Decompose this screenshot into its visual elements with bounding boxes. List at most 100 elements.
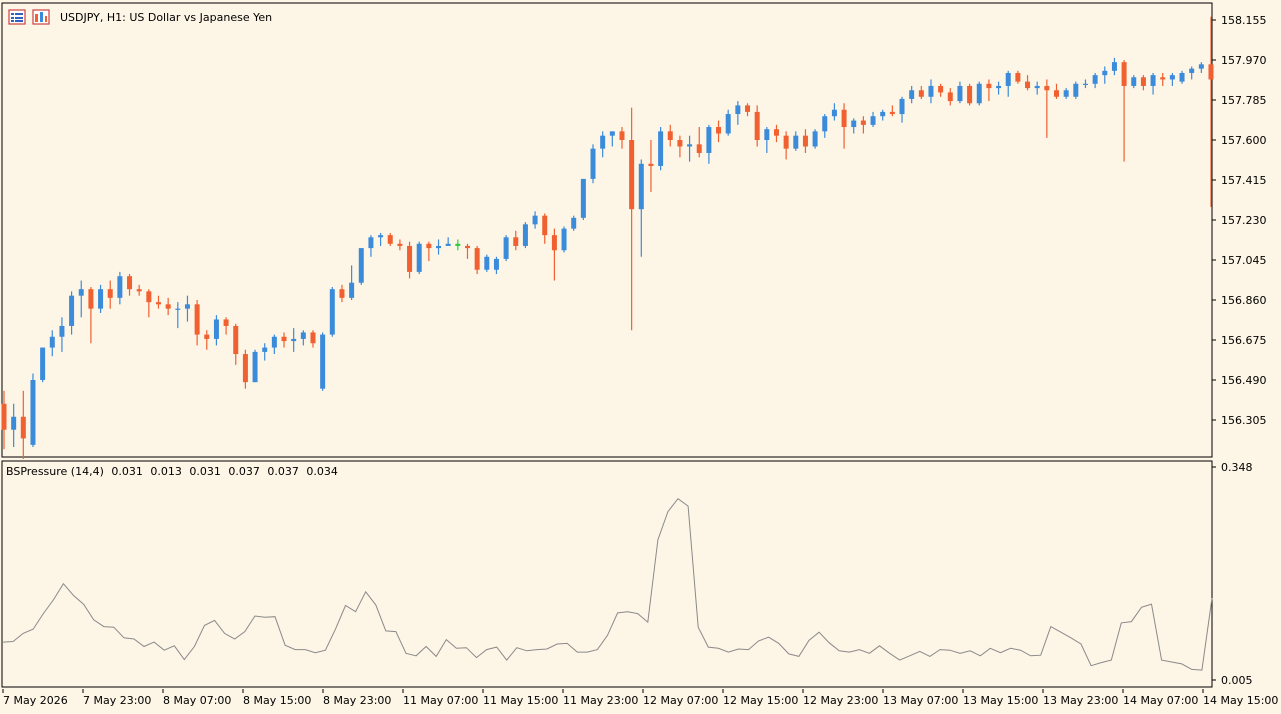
candle-body <box>1121 62 1127 86</box>
candle-body <box>378 235 384 238</box>
candle-body <box>184 304 190 309</box>
candle-body <box>474 248 480 270</box>
candle <box>11 403 17 448</box>
candle-body <box>30 380 36 445</box>
candle <box>532 211 538 229</box>
candle <box>484 254 490 272</box>
bspressure-line <box>2 498 1213 671</box>
candle-body <box>1160 77 1166 80</box>
candle <box>513 230 519 251</box>
candle-body <box>880 111 886 117</box>
candle <box>928 79 934 104</box>
candle-body <box>194 304 200 335</box>
candle <box>938 83 944 97</box>
candle <box>802 129 808 153</box>
candle <box>716 120 722 143</box>
candle-body <box>204 334 210 339</box>
candle-body <box>127 276 133 290</box>
price-chart[interactable]: 158.155 157.970 157.785 157.600 157.415 157.2… <box>0 0 1281 459</box>
price-tick-label: 157.970 <box>1221 54 1267 67</box>
candle-body <box>78 289 84 296</box>
candle <box>78 280 84 318</box>
candle <box>725 109 731 136</box>
candle <box>745 103 751 117</box>
candle-body <box>98 289 104 309</box>
candle <box>1054 83 1060 99</box>
candle-body <box>426 243 432 249</box>
price-chart-panel[interactable]: 158.155 157.970 157.785 157.600 157.415 157.2… <box>0 0 1281 459</box>
candle <box>687 135 693 162</box>
candle-body <box>542 215 548 236</box>
candle-body <box>706 127 712 153</box>
candle-body <box>551 235 557 251</box>
candle-body <box>1 403 7 430</box>
candle-body <box>938 85 944 93</box>
candle <box>764 127 770 153</box>
candle-body <box>793 135 799 149</box>
candle <box>281 332 287 348</box>
candle <box>658 127 664 171</box>
candle-body <box>1131 77 1137 86</box>
candle <box>1208 16 1214 208</box>
candle <box>49 330 55 357</box>
candle-body <box>909 90 915 99</box>
candle <box>445 237 451 246</box>
candle-body <box>407 245 413 272</box>
candle <box>407 241 413 279</box>
candle-body <box>812 131 818 147</box>
chart-list-icon[interactable] <box>8 9 26 25</box>
chart-properties-icon[interactable] <box>32 9 50 25</box>
candle-body <box>735 105 741 115</box>
time-tick-label: 13 May 15:00 <box>963 694 1038 707</box>
candle <box>600 131 606 158</box>
candle <box>812 129 818 149</box>
candle-body <box>899 98 905 115</box>
candle <box>899 96 905 123</box>
bspressure-chart[interactable]: 0.348 0.005 <box>0 459 1281 689</box>
candle <box>146 289 152 318</box>
candle <box>590 144 596 184</box>
candle-body <box>687 144 693 147</box>
candle <box>638 159 644 257</box>
price-frame <box>1 2 1213 458</box>
time-tick-label: 11 May 15:00 <box>483 694 558 707</box>
candle-body <box>262 347 268 352</box>
candle-body <box>638 163 644 210</box>
chart-header: USDJPY, H1: US Dollar vs Japanese Yen <box>8 8 272 26</box>
candle <box>1063 88 1069 99</box>
candle-body <box>841 109 847 128</box>
indicator-panel[interactable]: 0.348 0.005 BSPressure (14,4) 0.031 0.013… <box>0 459 1281 689</box>
candle-body <box>213 319 219 339</box>
candle-body <box>320 334 326 389</box>
candle-body <box>1054 90 1060 97</box>
candle <box>493 256 499 275</box>
time-tick-label: 11 May 23:00 <box>563 694 638 707</box>
candle <box>1082 79 1088 89</box>
candle-body <box>155 302 161 305</box>
candle <box>677 135 683 158</box>
candle <box>107 280 113 309</box>
candle-body <box>223 319 229 326</box>
candle-body <box>928 85 934 97</box>
time-tick-label: 8 May 23:00 <box>323 694 391 707</box>
candle <box>194 300 200 346</box>
candle-body <box>464 245 470 249</box>
price-tick-label: 157.230 <box>1221 214 1267 227</box>
candle-body <box>107 289 113 298</box>
candle <box>1025 75 1031 91</box>
price-tick-label: 156.490 <box>1221 374 1267 387</box>
candle <box>580 178 586 220</box>
candle <box>851 118 857 134</box>
candle <box>416 241 422 275</box>
candle <box>98 284 104 313</box>
candle <box>1160 72 1166 86</box>
candle-body <box>59 325 65 337</box>
candle-body <box>88 289 94 309</box>
indicator-value: 0.031 <box>189 465 221 478</box>
time-tick-label: 14 May 15:00 <box>1203 694 1278 707</box>
candle-body <box>725 114 731 134</box>
candle <box>127 274 133 296</box>
candle <box>300 330 306 346</box>
candle <box>88 287 94 344</box>
candle <box>59 317 65 352</box>
